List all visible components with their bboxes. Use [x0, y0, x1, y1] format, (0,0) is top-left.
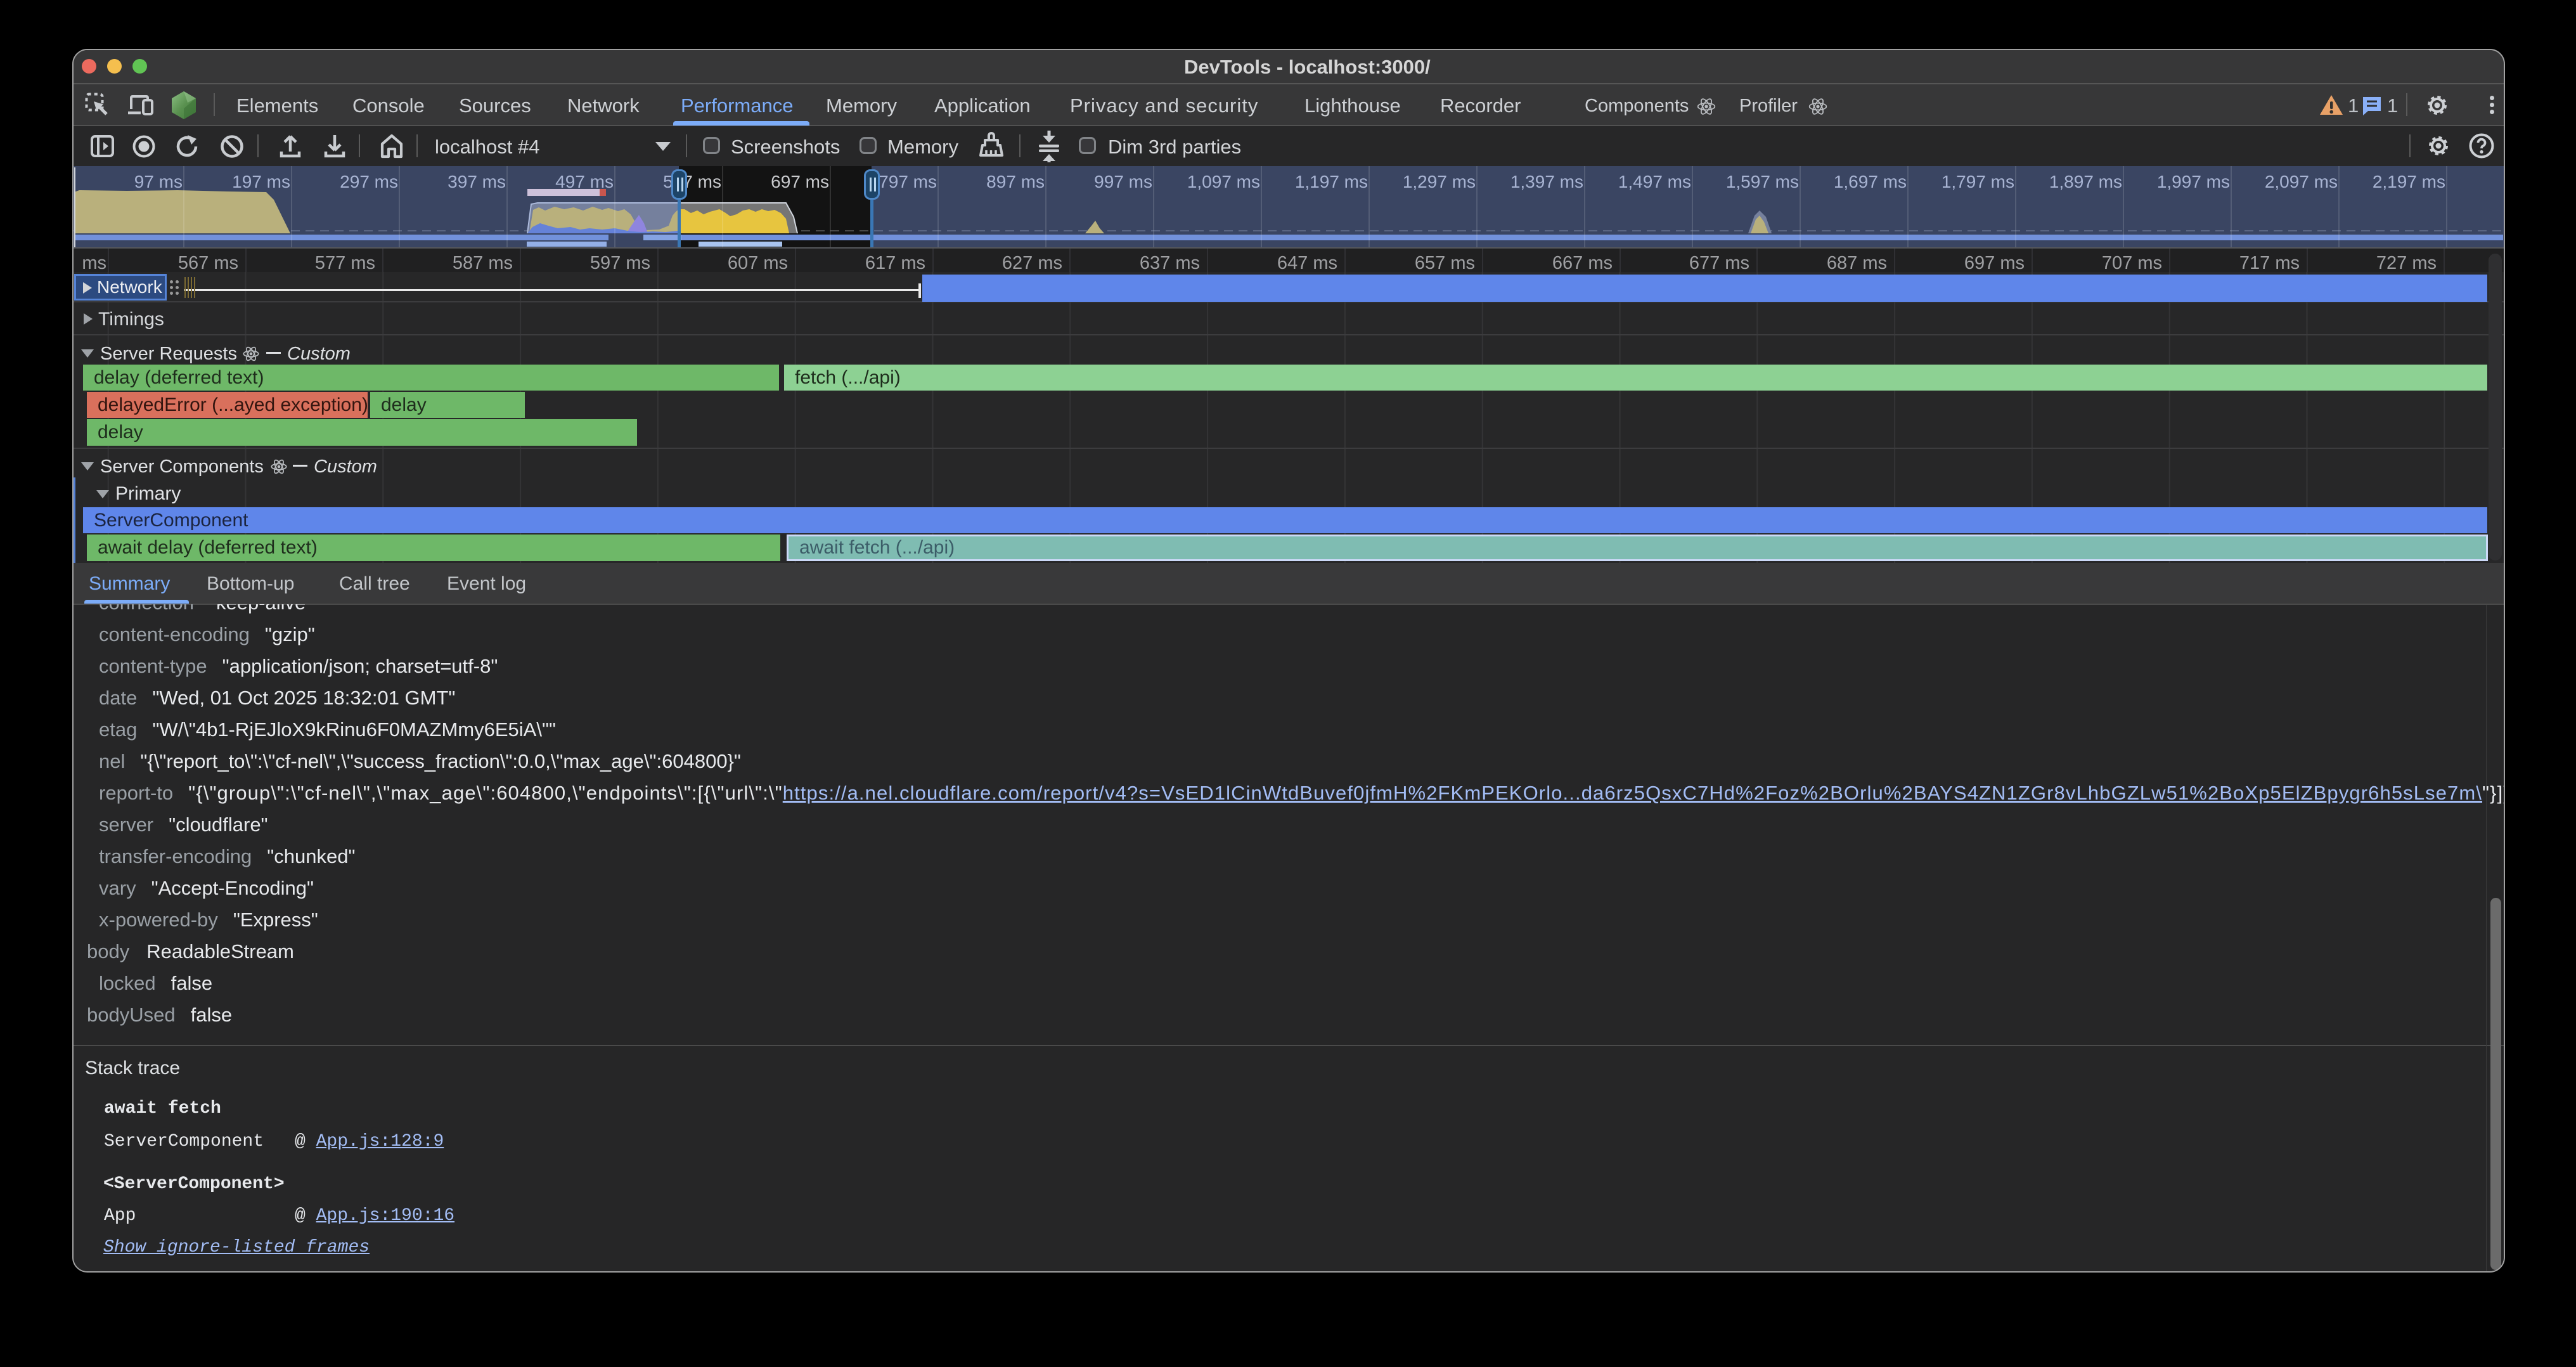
svg-text:697 ms: 697 ms [771, 172, 829, 191]
